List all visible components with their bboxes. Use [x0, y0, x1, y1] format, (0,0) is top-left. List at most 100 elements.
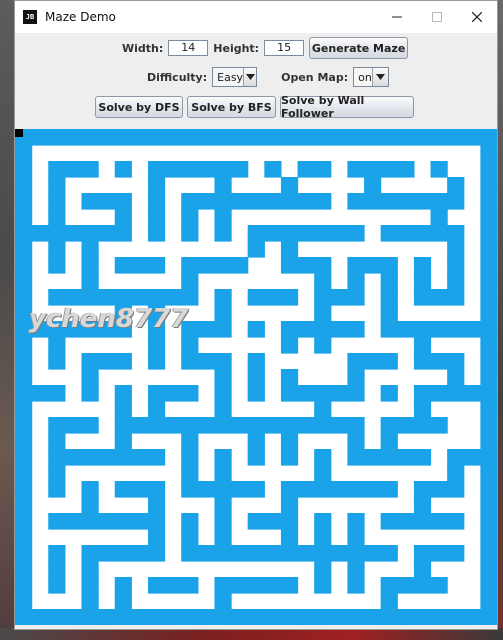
- maze-wall-cell: [297, 385, 315, 402]
- maze-canvas[interactable]: ychen8777: [15, 129, 497, 625]
- close-button[interactable]: [457, 1, 497, 33]
- generate-maze-button[interactable]: Generate Maze: [309, 37, 409, 59]
- open-map-select[interactable]: on: [353, 67, 390, 87]
- maze-wall-cell: [364, 257, 382, 274]
- maze-wall-cell: [430, 481, 448, 498]
- maze-wall-cell: [197, 129, 216, 146]
- maze-wall-cell: [181, 577, 199, 594]
- maze-wall-cell: [380, 273, 398, 290]
- maze-wall-cell: [413, 225, 432, 242]
- maze-wall-cell: [280, 129, 299, 146]
- maze-wall-cell: [430, 225, 448, 242]
- maze-wall-cell: [197, 481, 216, 498]
- maze-wall-cell: [15, 353, 33, 370]
- chevron-down-icon[interactable]: [371, 68, 389, 86]
- solve-wall-follower-button[interactable]: Solve by Wall Follower: [280, 94, 414, 120]
- open-map-value: on: [358, 70, 372, 84]
- maze-wall-cell: [280, 193, 299, 210]
- difficulty-value: Easy: [217, 70, 244, 84]
- maze-wall-cell: [364, 353, 382, 370]
- maze-wall-cell: [181, 273, 199, 290]
- maze-wall-cell: [181, 225, 199, 242]
- maze-wall-cell: [147, 545, 166, 562]
- maze-wall-cell: [181, 337, 199, 354]
- maze-wall-cell: [131, 449, 149, 466]
- maze-wall-cell: [48, 433, 66, 450]
- maze-wall-cell: [397, 417, 415, 434]
- maze-wall-cell: [48, 465, 66, 482]
- maze-wall-cell: [15, 177, 33, 194]
- maze-wall-cell: [463, 129, 481, 146]
- desktop-background-left: [0, 0, 14, 640]
- maze-wall-cell: [347, 449, 365, 466]
- maze-wall-cell: [430, 161, 448, 178]
- maze-wall-cell: [48, 561, 66, 578]
- maze-wall-cell: [231, 257, 249, 274]
- maze-wall-cell: [214, 529, 232, 546]
- maze-wall-cell: [31, 225, 49, 242]
- maze-wall-cell: [264, 289, 282, 306]
- maze-wall-cell: [181, 609, 199, 625]
- maze-wall-cell: [48, 161, 66, 178]
- maze-wall-cell: [314, 337, 332, 354]
- maze-wall-cell: [463, 385, 481, 402]
- maze-wall-cell: [114, 449, 132, 466]
- maze-wall-cell: [114, 193, 132, 210]
- chevron-down-icon[interactable]: [243, 68, 257, 86]
- maze-wall-cell: [280, 337, 299, 354]
- maze-wall-cell: [347, 321, 365, 338]
- maze-wall-cell: [197, 353, 216, 370]
- maze-wall-cell: [231, 481, 249, 498]
- width-field[interactable]: 14: [168, 40, 209, 56]
- maze-wall-cell: [147, 609, 166, 625]
- maze-wall-cell: [314, 289, 332, 306]
- maze-wall-cell: [15, 465, 33, 482]
- minimize-button[interactable]: [377, 1, 417, 33]
- maze-wall-cell: [147, 385, 166, 402]
- maze-wall-cell: [480, 289, 497, 306]
- maze-wall-cell: [364, 193, 382, 210]
- maze-wall-cell: [197, 321, 216, 338]
- maze-wall-cell: [413, 481, 432, 498]
- title-bar[interactable]: JB Maze Demo: [15, 1, 497, 33]
- maze-wall-cell: [380, 257, 398, 274]
- maze-wall-cell: [264, 129, 282, 146]
- height-field[interactable]: 15: [264, 40, 305, 56]
- maze-wall-cell: [147, 209, 166, 226]
- solve-bfs-button[interactable]: Solve by BFS: [187, 96, 276, 118]
- maze-wall-cell: [280, 321, 299, 338]
- maze-wall-cell: [181, 449, 199, 466]
- maze-wall-cell: [48, 513, 66, 530]
- maze-wall-cell: [364, 449, 382, 466]
- maze-wall-cell: [480, 353, 497, 370]
- maze-wall-cell: [280, 241, 299, 258]
- maze-wall-cell: [314, 305, 332, 322]
- maze-wall-cell: [114, 209, 132, 226]
- maze-wall-cell: [214, 353, 232, 370]
- maze-wall-cell: [347, 609, 365, 625]
- maze-wall-cell: [231, 193, 249, 210]
- maze-wall-cell: [314, 417, 332, 434]
- maximize-button[interactable]: [417, 1, 457, 33]
- maze-wall-cell: [314, 529, 332, 546]
- maze-wall-cell: [480, 417, 497, 434]
- maze-wall-cell: [181, 353, 199, 370]
- maze-wall-cell: [214, 289, 232, 306]
- maze-wall-cell: [247, 369, 265, 386]
- maze-wall-cell: [380, 353, 398, 370]
- maze-wall-cell: [147, 577, 166, 594]
- maze-wall-cell: [447, 609, 465, 625]
- maze-wall-cell: [280, 529, 299, 546]
- maze-wall-cell: [114, 545, 132, 562]
- solve-dfs-button[interactable]: Solve by DFS: [95, 96, 183, 118]
- maze-wall-cell: [347, 385, 365, 402]
- maze-wall-cell: [447, 369, 465, 386]
- maze-wall-cell: [347, 257, 365, 274]
- maze-wall-cell: [15, 225, 33, 242]
- maze-wall-cell: [214, 161, 232, 178]
- maze-wall-cell: [480, 481, 497, 498]
- maze-wall-cell: [98, 225, 116, 242]
- maze-wall-cell: [48, 417, 66, 434]
- difficulty-select[interactable]: Easy: [212, 67, 258, 87]
- maze-wall-cell: [413, 449, 432, 466]
